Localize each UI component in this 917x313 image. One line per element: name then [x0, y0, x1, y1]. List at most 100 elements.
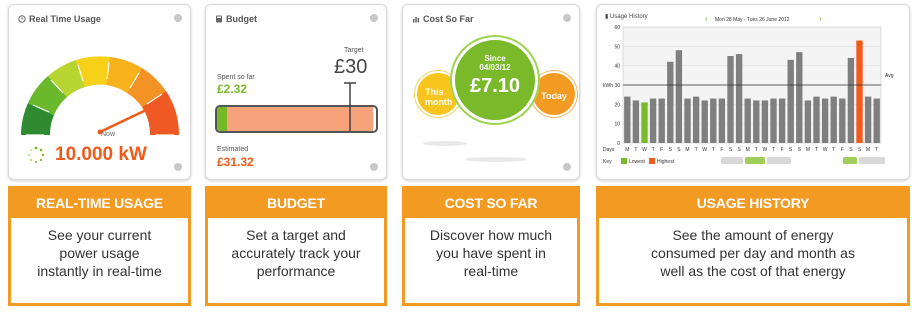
x-tick-label: T	[755, 147, 758, 153]
x-tick-label: W	[702, 147, 707, 153]
since-date: 04/03/12	[479, 63, 511, 72]
bubble-shadow	[423, 141, 467, 146]
y-tick-label: 0	[617, 141, 620, 147]
key-highest-swatch	[649, 158, 655, 164]
x-tick-label: S	[858, 147, 862, 153]
chart-bar	[624, 96, 631, 143]
chart-bar	[658, 98, 665, 143]
since-bubble[interactable]: Since 04/03/12 £7.10	[452, 37, 538, 123]
loading-spinner-icon	[28, 146, 45, 163]
y-tick-label: 30	[614, 83, 620, 89]
chart-bar	[830, 96, 837, 143]
now-label: Now	[101, 131, 116, 138]
chart-bar	[667, 61, 674, 143]
chart-bar	[787, 59, 794, 143]
key-label: Key	[603, 159, 612, 165]
gauge-needle	[98, 109, 146, 134]
widget-info-icon[interactable]	[563, 163, 571, 171]
chart-icon	[413, 17, 420, 23]
since-label: Since	[484, 54, 506, 63]
x-tick-label: T	[832, 147, 835, 153]
y-tick-label: 10	[614, 122, 620, 128]
budget-widget[interactable]: Budget Target £30 Spent so far £2.32 Est…	[205, 4, 387, 180]
x-tick-label: F	[660, 147, 663, 153]
spent-value: £2.32	[217, 82, 248, 96]
widget-menu-icon[interactable]	[563, 14, 571, 22]
target-value: £30	[334, 56, 368, 78]
chart-bar	[675, 50, 683, 144]
x-tick-label: T	[875, 147, 878, 153]
x-tick-label: T	[815, 147, 818, 153]
widget-info-icon[interactable]	[174, 163, 182, 171]
x-tick-label: F	[841, 147, 844, 153]
chart-bar	[761, 100, 769, 143]
x-tick-label: M	[685, 147, 689, 153]
x-tick-label: S	[789, 147, 793, 153]
caption-heading: USAGE HISTORY	[599, 189, 907, 218]
chart-bar	[735, 54, 743, 143]
caption-heading: COST SO FAR	[405, 189, 577, 218]
x-tick-label: S	[737, 147, 741, 153]
view-toggle-button	[721, 157, 743, 164]
chart-bar	[692, 96, 700, 143]
chart-bar	[701, 100, 708, 143]
chart-bar	[813, 96, 820, 143]
widget-menu-icon[interactable]	[370, 14, 378, 22]
chart-bar	[744, 98, 751, 143]
chart-bar	[864, 96, 872, 143]
chart-bar	[804, 100, 812, 143]
realtime-widget[interactable]: Real Time Usage Now 10.000 kW	[8, 4, 191, 180]
chart-bar	[796, 52, 803, 144]
y-tick-label: 50	[614, 44, 620, 50]
history-widget[interactable]: ▮ Usage History ‹ Mon 28 May - Tues 26 J…	[596, 4, 910, 180]
caption-body: See your current power usage instantly i…	[37, 227, 162, 279]
spent-label: Spent so far	[217, 74, 255, 81]
chart-bar	[873, 98, 880, 143]
budget-title-text: Budget	[226, 14, 257, 24]
cost-widget[interactable]: Cost So Far This month Today Since 04/03…	[402, 4, 580, 180]
x-tick-label: S	[677, 147, 681, 153]
view-toggle-button	[843, 157, 857, 164]
budget-spent-fill	[217, 107, 227, 131]
average-label: Avg	[885, 73, 894, 79]
days-label: Days	[603, 147, 615, 153]
caption-heading: REAL-TIME USAGE	[11, 189, 188, 218]
caption-body: See the amount of energy consumed per da…	[651, 227, 855, 279]
view-toggle-button	[767, 157, 791, 164]
key-highest-label: Highest	[657, 159, 675, 165]
x-tick-label: F	[781, 147, 784, 153]
caption-body: Discover how much you have spent in real…	[429, 227, 553, 279]
caption-heading: BUDGET	[208, 189, 384, 218]
y-tick-label: 40	[614, 64, 620, 70]
view-toggle-button	[859, 157, 885, 164]
x-tick-label: M	[866, 147, 870, 153]
chart-bar	[821, 98, 829, 143]
chart-bar	[856, 40, 863, 143]
x-tick-label: S	[849, 147, 853, 153]
chart-bar	[778, 98, 786, 143]
target-label: Target	[344, 47, 364, 54]
chart-bar	[649, 98, 657, 143]
estimated-value: £31.32	[217, 155, 254, 169]
chart-bar	[710, 98, 717, 143]
chart-bar	[718, 98, 726, 143]
caption-cost: COST SO FAR Discover how much you have s…	[402, 186, 580, 306]
chart-bar	[770, 98, 777, 143]
key-lowest-label: Lowest	[629, 159, 645, 165]
chart-bar	[684, 98, 691, 143]
x-tick-label: T	[712, 147, 715, 153]
x-tick-label: W	[763, 147, 768, 153]
widget-info-icon[interactable]	[370, 163, 378, 171]
x-tick-label: W	[642, 147, 647, 153]
chart-bar	[753, 100, 760, 143]
x-tick-label: S	[798, 147, 802, 153]
x-tick-label: T	[634, 147, 637, 153]
x-tick-label: T	[695, 147, 698, 153]
chart-bar	[727, 56, 734, 143]
budget-widget-title: Budget	[215, 14, 257, 24]
chart-bar	[839, 98, 846, 143]
cost-widget-title: Cost So Far	[412, 14, 474, 24]
cost-title-text: Cost So Far	[423, 14, 474, 24]
chart-bar	[847, 57, 855, 143]
bubble-shadow	[465, 157, 527, 162]
